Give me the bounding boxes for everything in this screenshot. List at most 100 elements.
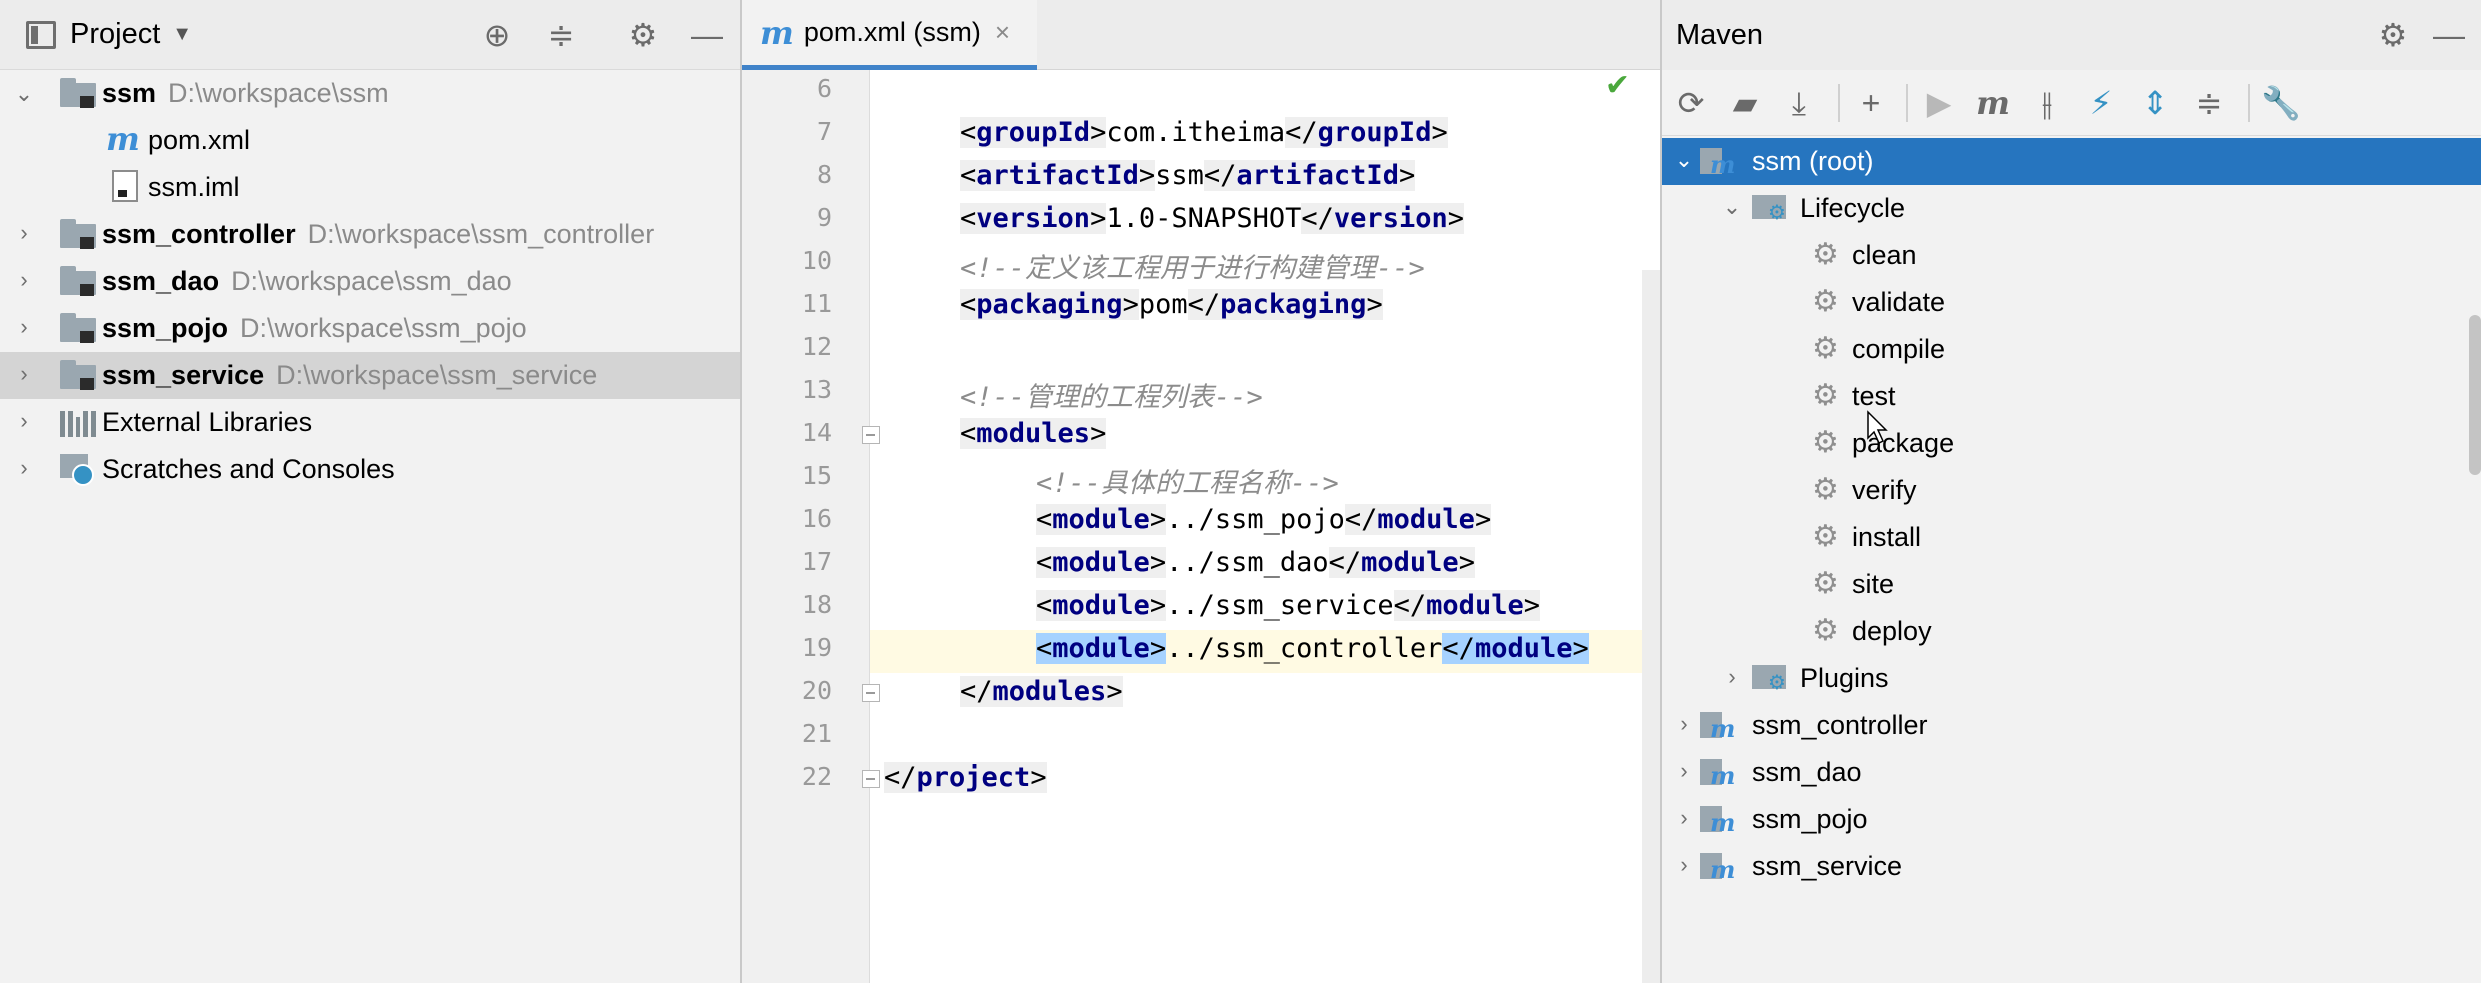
tab-label: pom.xml (ssm): [803, 17, 981, 47]
line-number: 18: [801, 590, 832, 619]
xml-value: com.itheima: [1106, 117, 1286, 148]
tree-item-ssm-service[interactable]: › ssm_service D:\workspace\ssm_service: [0, 352, 740, 399]
tree-item-ssm[interactable]: ⌄ ssm D:\workspace\ssm: [0, 70, 740, 117]
plus-icon[interactable]: +: [1850, 82, 1892, 124]
maven-item-lifecycle[interactable]: ⌄ ⚙ Lifecycle: [1662, 185, 2481, 232]
xml-value: pom: [1138, 289, 1188, 320]
gear-icon: ⚙: [1812, 614, 1839, 647]
maven-phase-compile[interactable]: ⚙ compile: [1662, 326, 2481, 373]
tree-item-scratches[interactable]: › Scratches and Consoles: [0, 446, 740, 493]
minimize-icon[interactable]: —: [2430, 16, 2468, 54]
maven-goal-icon[interactable]: m: [1972, 82, 2014, 124]
code-line: </modules>: [960, 676, 1123, 707]
minimize-icon[interactable]: —: [688, 16, 726, 54]
maven-item-ssm-root[interactable]: ⌄ m ssm (root): [1662, 138, 2481, 185]
chevron-right-icon[interactable]: ›: [1672, 759, 1696, 783]
collapse-icon[interactable]: ≑: [542, 16, 580, 54]
fold-marker[interactable]: [862, 770, 880, 788]
maven-phase-clean[interactable]: ⚙ clean: [1662, 232, 2481, 279]
chevron-right-icon[interactable]: ›: [12, 362, 36, 386]
wrench-icon[interactable]: 🔧: [2260, 82, 2302, 124]
collapse-all-icon[interactable]: ≑: [2188, 82, 2230, 124]
module-folder-icon: [60, 78, 98, 108]
gear-icon[interactable]: ⚙: [624, 16, 662, 54]
line-number: 9: [816, 203, 832, 232]
maven-item-label: deploy: [1852, 616, 1932, 646]
maven-toolbar: ⟳ ▰ ⤓ + ▶ m ⫲ ⚡ ⇕ ≑ 🔧: [1662, 70, 2481, 136]
maven-phase-deploy[interactable]: ⚙ deploy: [1662, 608, 2481, 655]
chevron-down-icon[interactable]: ⌄: [1672, 148, 1696, 172]
run-icon[interactable]: ▶: [1918, 82, 1960, 124]
tree-item-external-libraries[interactable]: › External Libraries: [0, 399, 740, 446]
mouse-cursor-icon: [1867, 410, 1888, 445]
chevron-right-icon[interactable]: ›: [12, 268, 36, 292]
tree-item-label: ssm_pojo: [102, 313, 229, 343]
chevron-down-icon[interactable]: ⌄: [1720, 195, 1744, 219]
tree-item-pom-xml[interactable]: m pom.xml: [0, 117, 740, 164]
chevron-right-icon[interactable]: ›: [12, 409, 36, 433]
maven-item-label: ssm_dao: [1752, 757, 1862, 787]
chevron-right-icon[interactable]: ›: [12, 456, 36, 480]
gear-icon[interactable]: ⚙: [2374, 16, 2412, 54]
tab-pom-xml[interactable]: m pom.xml (ssm) ×: [742, 0, 1037, 70]
maven-item-ssm-dao[interactable]: › m ssm_dao: [1662, 749, 2481, 796]
chevron-right-icon[interactable]: ›: [1672, 712, 1696, 736]
editor-scrollbar[interactable]: [1642, 270, 1660, 983]
maven-phase-validate[interactable]: ⚙ validate: [1662, 279, 2481, 326]
maven-item-label: clean: [1852, 240, 1917, 270]
chevron-right-icon[interactable]: ›: [1720, 665, 1744, 689]
fold-marker[interactable]: [862, 684, 880, 702]
chevron-right-icon[interactable]: ›: [1672, 806, 1696, 830]
project-icon: [26, 20, 56, 49]
maven-scrollbar[interactable]: [2469, 315, 2481, 475]
chevron-right-icon[interactable]: ›: [12, 221, 36, 245]
maven-file-icon: m: [760, 13, 794, 52]
module-folder-icon: [60, 313, 98, 343]
maven-phase-verify[interactable]: ⚙ verify: [1662, 467, 2481, 514]
tree-item-ssm-iml[interactable]: ssm.iml: [0, 164, 740, 211]
maven-phase-test[interactable]: ⚙ test: [1662, 373, 2481, 420]
maven-phase-site[interactable]: ⚙ site: [1662, 561, 2481, 608]
locate-icon[interactable]: ⊕: [478, 16, 516, 54]
line-number: 13: [801, 375, 832, 404]
tree-item-label: ssm: [102, 78, 157, 108]
tree-item-ssm-pojo[interactable]: › ssm_pojo D:\workspace\ssm_pojo: [0, 305, 740, 352]
project-view-selector[interactable]: Project ▼: [26, 18, 192, 51]
chevron-down-icon[interactable]: ⌄: [12, 82, 36, 106]
download-icon[interactable]: ⤓: [1778, 82, 1820, 124]
chevron-right-icon[interactable]: ›: [1672, 853, 1696, 877]
xml-tag: version: [1333, 203, 1448, 234]
xml-tag: project: [916, 762, 1031, 793]
maven-item-plugins[interactable]: › ⚙ Plugins: [1662, 655, 2481, 702]
xml-tag: modules: [992, 676, 1107, 707]
toggle-offline-icon[interactable]: ⫲: [2026, 82, 2068, 124]
chevron-right-icon[interactable]: ›: [12, 315, 36, 339]
maven-item-ssm-service[interactable]: › m ssm_service: [1662, 843, 2481, 890]
tree-item-label: Scratches and Consoles: [102, 454, 395, 484]
xml-tag: module: [1052, 504, 1150, 535]
tree-item-label: ssm_controller: [102, 219, 296, 249]
xml-value: ../ssm_dao: [1166, 547, 1329, 578]
maven-item-ssm-pojo[interactable]: › m ssm_pojo: [1662, 796, 2481, 843]
expand-all-icon[interactable]: ⇕: [2134, 82, 2176, 124]
xml-tag: groupId: [976, 117, 1091, 148]
fold-marker[interactable]: [862, 426, 880, 444]
tree-item-ssm-dao[interactable]: › ssm_dao D:\workspace\ssm_dao: [0, 258, 740, 305]
tree-item-path: D:\workspace\ssm_dao: [231, 266, 512, 296]
xml-tag: module: [1052, 590, 1150, 621]
gear-icon: ⚙: [1812, 426, 1839, 459]
add-folder-icon[interactable]: ▰: [1724, 82, 1766, 124]
xml-tag: packaging: [1220, 289, 1367, 320]
reload-icon[interactable]: ⟳: [1670, 82, 1712, 124]
line-number: 11: [801, 289, 832, 318]
maven-phase-package[interactable]: ⚙ package: [1662, 420, 2481, 467]
maven-item-ssm-controller[interactable]: › m ssm_controller: [1662, 702, 2481, 749]
maven-phase-install[interactable]: ⚙ install: [1662, 514, 2481, 561]
skip-tests-icon[interactable]: ⚡: [2080, 82, 2122, 124]
tree-item-ssm-controller[interactable]: › ssm_controller D:\workspace\ssm_control…: [0, 211, 740, 258]
maven-module-icon: m: [1700, 849, 1736, 884]
gear-icon: ⚙: [1812, 473, 1839, 506]
project-panel-header: Project ▼ ⊕ ≑ ⚙ —: [0, 0, 740, 70]
close-icon[interactable]: ×: [995, 17, 1010, 48]
code-canvas[interactable]: 6 7 8 9 10 11 12 13 14 15 16 17 18 19 20…: [742, 70, 1660, 983]
